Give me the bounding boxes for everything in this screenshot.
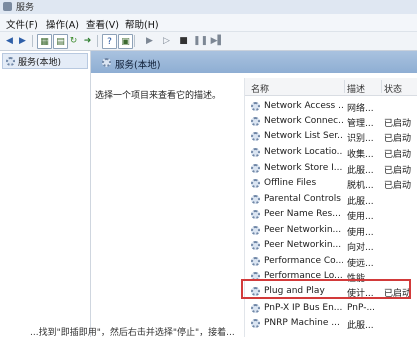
service-icon bbox=[251, 164, 260, 173]
table-row[interactable]: Offline Files 脱机... 已启动 bbox=[245, 176, 417, 191]
service-name: Network Store I... bbox=[264, 163, 343, 173]
tree-item-label: 服务(本地) bbox=[18, 57, 62, 68]
toolbar: ◀ ▶ ▦ ▤ ↻ ➜ ? ▣ ▶ ▷ ■ ❚❚ ▶▌ bbox=[0, 32, 417, 51]
table-row[interactable]: Parental Controls 此服... bbox=[245, 192, 417, 207]
list-header: 名称 描述 状态 bbox=[245, 78, 417, 96]
service-description: 向对... bbox=[347, 243, 374, 253]
service-name: Performance Co... bbox=[264, 256, 343, 266]
service-icon bbox=[251, 148, 260, 157]
play-icon[interactable]: ▶ bbox=[143, 34, 156, 47]
table-row[interactable]: Network Access ... 网络... bbox=[245, 99, 417, 114]
service-icon bbox=[251, 241, 260, 250]
service-icon bbox=[251, 102, 260, 111]
service-icon bbox=[251, 179, 260, 188]
help-icon[interactable]: ? bbox=[102, 34, 117, 49]
services-app-icon bbox=[3, 2, 12, 11]
service-name: Network Connec... bbox=[264, 116, 343, 126]
service-description: 使用... bbox=[347, 228, 374, 238]
menu-view[interactable]: 查看(V) bbox=[86, 17, 119, 31]
service-description: 识别... bbox=[347, 134, 374, 144]
service-status: 已启动 bbox=[384, 119, 412, 129]
service-icon bbox=[251, 117, 260, 126]
column-separator[interactable] bbox=[344, 80, 345, 93]
console-tree: 服务(本地) bbox=[0, 51, 91, 337]
window-title: 服务 bbox=[16, 3, 35, 13]
gear-icon bbox=[102, 58, 111, 67]
service-name: Parental Controls bbox=[264, 194, 341, 204]
service-name: Network Locatio... bbox=[264, 147, 343, 157]
pause-icon[interactable]: ❚❚ bbox=[193, 34, 208, 47]
menu-bar: 文件(F) 操作(A) 查看(V) 帮助(H) bbox=[0, 14, 417, 32]
resume-icon[interactable]: ▶▌ bbox=[211, 34, 225, 47]
description-text: 选择一个项目来查看它的描述。 bbox=[95, 91, 222, 101]
column-name[interactable]: 名称 bbox=[251, 82, 269, 95]
table-row[interactable]: Network List Ser... 识别... 已启动 bbox=[245, 129, 417, 144]
service-description: 脱机... bbox=[347, 181, 374, 191]
service-name: Peer Networkin... bbox=[264, 240, 342, 250]
play-outline-icon[interactable]: ▷ bbox=[160, 34, 173, 47]
menu-help[interactable]: 帮助(H) bbox=[125, 17, 159, 31]
highlight-box bbox=[241, 279, 411, 299]
service-icon bbox=[251, 132, 260, 141]
view-icon[interactable]: ▣ bbox=[118, 34, 133, 49]
service-description: 使远... bbox=[347, 259, 374, 269]
service-icon bbox=[251, 195, 260, 204]
back-icon[interactable]: ◀ bbox=[3, 34, 16, 47]
service-description: 收集... bbox=[347, 150, 374, 160]
column-status[interactable]: 状态 bbox=[384, 82, 402, 95]
panel-header: 服务(本地) bbox=[91, 51, 417, 73]
service-status: 已启动 bbox=[384, 181, 412, 191]
service-name: PNRP Machine ... bbox=[264, 318, 340, 328]
service-icon bbox=[251, 319, 260, 328]
service-name: Network List Ser... bbox=[264, 131, 343, 141]
table-row[interactable]: Network Locatio... 收集... 已启动 bbox=[245, 145, 417, 160]
service-name: Offline Files bbox=[264, 178, 317, 188]
gear-icon bbox=[6, 56, 15, 66]
console-tree-icon[interactable]: ▦ bbox=[37, 34, 52, 49]
service-description: PnP-... bbox=[347, 303, 376, 313]
table-row[interactable]: Peer Name Res... 使用... bbox=[245, 207, 417, 222]
service-description: 管理... bbox=[347, 119, 374, 129]
service-icon bbox=[251, 226, 260, 235]
title-bar: 服务 bbox=[0, 0, 417, 14]
table-row[interactable]: PnP-X IP Bus En... PnP-... bbox=[245, 301, 417, 316]
service-description: 网络... bbox=[347, 104, 374, 114]
properties-icon[interactable]: ▤ bbox=[53, 34, 68, 49]
column-separator[interactable] bbox=[381, 80, 382, 93]
export-icon[interactable]: ➜ bbox=[81, 34, 94, 47]
service-status: 已启动 bbox=[384, 150, 412, 160]
column-description[interactable]: 描述 bbox=[347, 82, 365, 95]
stop-icon[interactable]: ■ bbox=[177, 34, 190, 47]
toolbar-separator bbox=[134, 35, 135, 47]
service-name: Network Access ... bbox=[264, 101, 343, 111]
service-description: 此服... bbox=[347, 166, 374, 176]
menu-file[interactable]: 文件(F) bbox=[6, 17, 38, 31]
service-description: 此服... bbox=[347, 197, 374, 207]
service-icon bbox=[251, 304, 260, 313]
service-name: PnP-X IP Bus En... bbox=[264, 303, 343, 313]
menu-action[interactable]: 操作(A) bbox=[46, 17, 79, 31]
forward-icon[interactable]: ▶ bbox=[16, 34, 29, 47]
panel-header-label: 服务(本地) bbox=[115, 60, 161, 71]
service-status: 已启动 bbox=[384, 166, 412, 176]
toolbar-separator bbox=[97, 35, 98, 47]
service-description: 此服... bbox=[347, 321, 374, 331]
service-icon bbox=[251, 257, 260, 266]
table-row[interactable]: PNRP Machine ... 此服... bbox=[245, 316, 417, 331]
caption-text: ...找到"即插即用"，然后右击并选择"停止"，接着... bbox=[30, 328, 235, 338]
service-status: 已启动 bbox=[384, 134, 412, 144]
tree-item-services-local[interactable]: 服务(本地) bbox=[2, 53, 88, 69]
refresh-icon[interactable]: ↻ bbox=[67, 34, 80, 47]
service-icon bbox=[251, 210, 260, 219]
service-description: 使用... bbox=[347, 212, 374, 222]
service-name: Peer Networkin... bbox=[264, 225, 342, 235]
table-row[interactable]: Peer Networkin... 向对... bbox=[245, 238, 417, 253]
table-row[interactable]: Peer Networkin... 使用... bbox=[245, 223, 417, 238]
service-name: Peer Name Res... bbox=[264, 209, 341, 219]
table-row[interactable]: Network Connec... 管理... 已启动 bbox=[245, 114, 417, 129]
table-row[interactable]: Performance Co... 使远... bbox=[245, 254, 417, 269]
toolbar-separator bbox=[32, 35, 33, 47]
table-row[interactable]: Network Store I... 此服... 已启动 bbox=[245, 161, 417, 176]
